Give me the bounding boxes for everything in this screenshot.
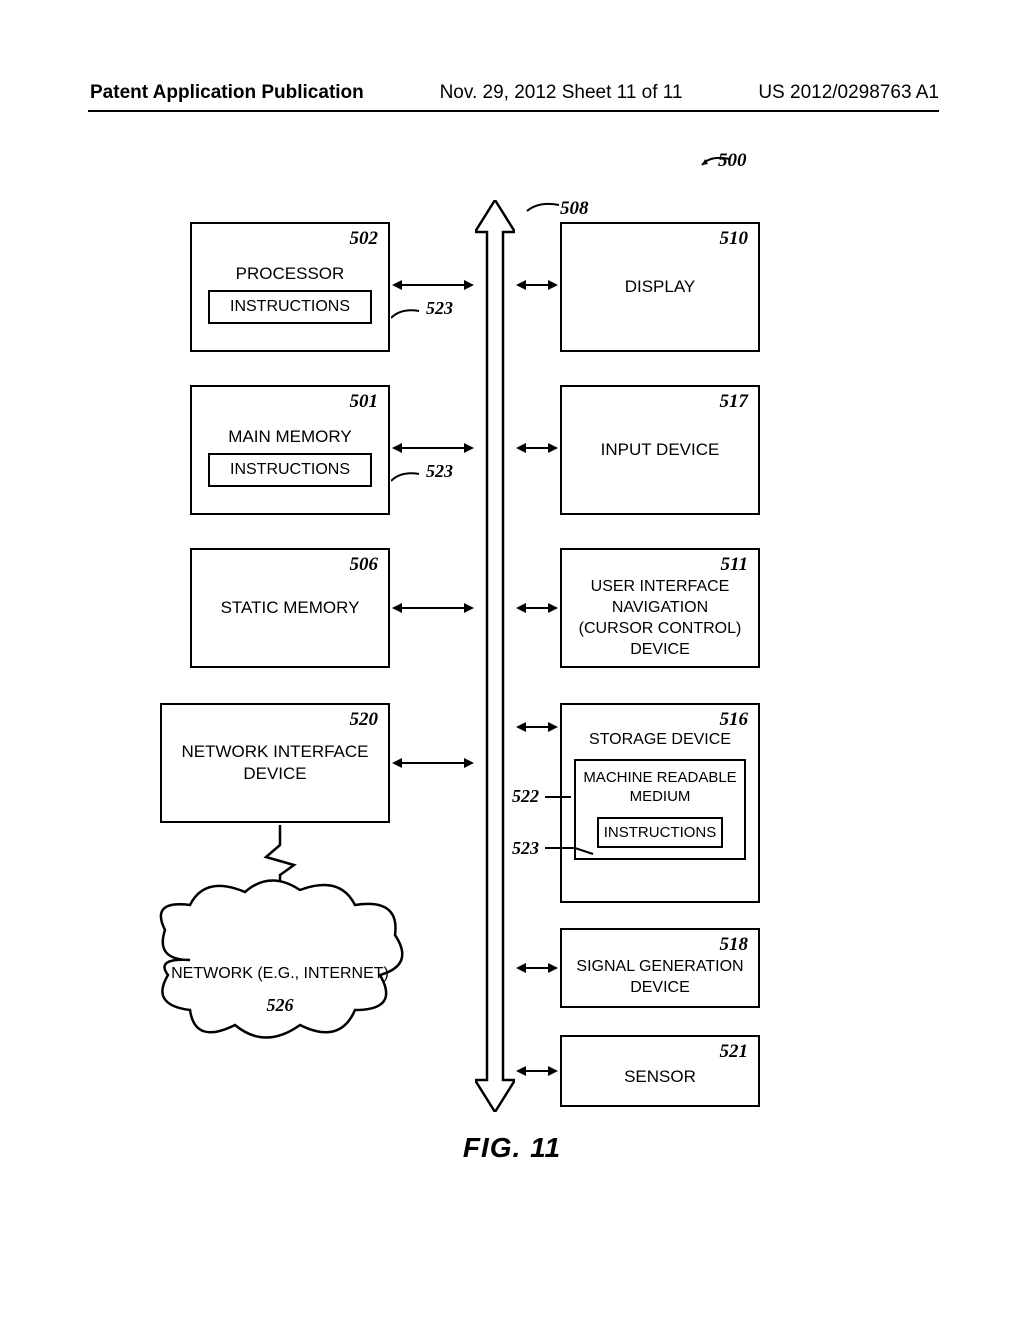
storage-title: STORAGE DEVICE	[589, 731, 731, 749]
header-sheet-date: Nov. 29, 2012 Sheet 11 of 11	[440, 82, 683, 104]
machine-readable-medium-box: MACHINE READABLE MEDIUM INSTRUCTIONS	[574, 759, 746, 860]
nid-ref: 520	[350, 709, 379, 731]
conn-bus-disp	[516, 278, 558, 292]
main-memory-title: MAIN MEMORY	[228, 427, 351, 447]
cursor-control-block: 511 USER INTERFACE NAVIGATION (CURSOR CO…	[560, 548, 760, 668]
conn-main-bus	[392, 441, 474, 455]
display-block: 510 DISPLAY	[560, 222, 760, 352]
header-rule	[88, 110, 939, 112]
conn-bus-storage	[516, 720, 558, 734]
main-memory-ref: 501	[350, 391, 379, 413]
static-memory-block: 506 STATIC MEMORY	[190, 548, 390, 668]
network-cloud: NETWORK (E.G., INTERNET) 526	[150, 870, 410, 1050]
main-sub-ref: 523	[426, 461, 453, 482]
display-title: DISPLAY	[625, 277, 696, 297]
processor-instructions-label: INSTRUCTIONS	[230, 298, 350, 315]
mrm-title: MACHINE READABLE MEDIUM	[580, 769, 740, 807]
mrm-leader	[545, 790, 571, 804]
bus-ref-leader	[525, 201, 561, 213]
processor-ref: 502	[350, 228, 379, 250]
bus-arrow	[475, 200, 515, 1112]
header-pub-number: US 2012/0298763 A1	[758, 82, 939, 104]
header-publication: Patent Application Publication	[90, 82, 364, 104]
sensor-ref: 521	[720, 1041, 749, 1063]
storage-device-block: 516 STORAGE DEVICE MACHINE READABLE MEDI…	[560, 703, 760, 903]
conn-bus-cursor	[516, 601, 558, 615]
input-title: INPUT DEVICE	[601, 440, 720, 460]
storage-instr-ref: 523	[512, 838, 539, 859]
storage-ref: 516	[720, 709, 749, 731]
processor-title: PROCESSOR	[236, 264, 345, 284]
mrm-ref: 522	[512, 786, 539, 807]
nid-title: NETWORK INTERFACE DEVICE	[162, 741, 388, 785]
proc-sub-leader	[391, 306, 421, 320]
sensor-block: 521 SENSOR	[560, 1035, 760, 1107]
conn-static-bus	[392, 601, 474, 615]
processor-block: 502 PROCESSOR INSTRUCTIONS	[190, 222, 390, 352]
sensor-title: SENSOR	[624, 1067, 696, 1087]
conn-bus-input	[516, 441, 558, 455]
conn-bus-sig	[516, 961, 558, 975]
storage-instructions-label: INSTRUCTIONS	[604, 824, 717, 841]
conn-proc-bus	[392, 278, 474, 292]
conn-bus-sensor	[516, 1064, 558, 1078]
main-memory-block: 501 MAIN MEMORY INSTRUCTIONS	[190, 385, 390, 515]
sig-ref: 518	[720, 934, 749, 956]
input-device-block: 517 INPUT DEVICE	[560, 385, 760, 515]
main-memory-instructions-label: INSTRUCTIONS	[230, 461, 350, 478]
main-memory-instructions-box: INSTRUCTIONS	[208, 453, 373, 487]
figure-ref-500: 500	[718, 150, 747, 172]
proc-sub-ref: 523	[426, 298, 453, 319]
display-ref: 510	[720, 228, 749, 250]
input-ref: 517	[720, 391, 749, 413]
main-sub-leader	[391, 469, 421, 483]
network-label: NETWORK (E.G., INTERNET)	[150, 965, 410, 983]
patent-figure-page: Patent Application Publication Nov. 29, …	[0, 0, 1024, 1320]
processor-instructions-box: INSTRUCTIONS	[208, 290, 373, 324]
network-ref: 526	[150, 995, 410, 1016]
conn-nid-bus	[392, 756, 474, 770]
storage-instr-leader	[545, 840, 595, 856]
static-memory-ref: 506	[350, 554, 379, 576]
cursor-ref: 511	[721, 554, 748, 576]
signal-gen-block: 518 SIGNAL GENERATION DEVICE	[560, 928, 760, 1008]
static-memory-title: STATIC MEMORY	[221, 598, 360, 618]
bus-ref-508: 508	[560, 198, 589, 220]
storage-instructions-box: INSTRUCTIONS	[597, 817, 722, 848]
page-header: Patent Application Publication Nov. 29, …	[0, 82, 1024, 104]
figure-caption: FIG. 11	[0, 1132, 1024, 1164]
network-interface-block: 520 NETWORK INTERFACE DEVICE	[160, 703, 390, 823]
